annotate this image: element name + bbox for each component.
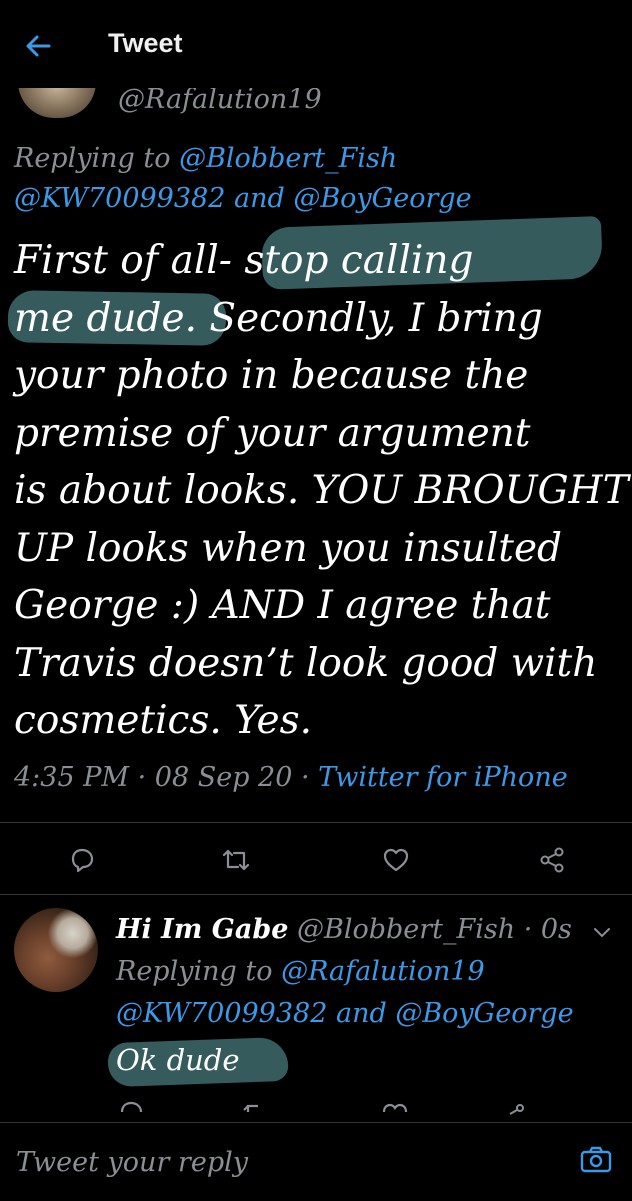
reply-button[interactable] xyxy=(62,840,102,880)
author-handle[interactable]: @Rafalution19 xyxy=(118,84,322,115)
tweet-text-line: premise of your argument xyxy=(14,410,531,456)
share-icon xyxy=(540,847,564,873)
reply-replying-to: @KW70099382 and @BoyGeorge xyxy=(116,998,574,1029)
retweet-icon[interactable] xyxy=(240,1098,270,1118)
tweet-source-link[interactable]: Twitter for iPhone xyxy=(318,762,568,793)
share-button[interactable] xyxy=(532,840,572,880)
tweet-text: First of all- stop calling me dude. Seco… xyxy=(14,232,629,750)
reply-actions xyxy=(0,1098,632,1118)
like-button[interactable] xyxy=(376,840,416,880)
reply-text: Ok dude xyxy=(116,1043,240,1077)
divider xyxy=(0,822,632,823)
reply-replying-to: Replying to @Rafalution19 xyxy=(116,956,485,987)
reply-author-handle[interactable]: @Blobbert_Fish xyxy=(288,914,515,945)
mention-link[interactable]: @KW70099382 xyxy=(116,998,327,1029)
mention-link[interactable]: @BoyGeorge xyxy=(293,183,471,214)
retweet-icon xyxy=(222,849,250,871)
mention-link[interactable]: @Blobbert_Fish xyxy=(179,143,397,174)
tweet-actions xyxy=(0,832,632,888)
tweet-text-line: cosmetics. Yes. xyxy=(14,698,313,743)
and-text: and xyxy=(327,998,396,1029)
replying-to-line: Replying to @Blobbert_Fish xyxy=(14,143,397,174)
separator-dot: · xyxy=(129,762,155,793)
camera-icon xyxy=(580,1146,612,1173)
top-bar: Tweet xyxy=(0,0,632,88)
reply-header: Hi Im Gabe @Blobbert_Fish · 0s xyxy=(116,914,572,945)
reply-composer xyxy=(0,1122,632,1201)
tweet-text-line: Travis doesn’t look good with xyxy=(14,640,598,686)
more-options-button[interactable] xyxy=(590,920,614,944)
mention-link[interactable]: @Rafalution19 xyxy=(281,956,485,987)
separator-dot: · xyxy=(515,914,541,945)
reply-age: 0s xyxy=(540,914,572,945)
like-icon[interactable] xyxy=(380,1098,410,1118)
tweet-text-line: UP looks when you insulted xyxy=(14,525,563,571)
reply-icon xyxy=(71,848,94,873)
tweet-text-line: First of all- stop calling xyxy=(14,238,474,283)
divider xyxy=(0,894,632,895)
tweet-text-line: your photo in because the xyxy=(14,353,529,398)
tweet-meta: 4:35 PM · 08 Sep 20 · Twitter for iPhone xyxy=(14,762,568,793)
like-icon xyxy=(383,848,409,872)
back-arrow-icon xyxy=(26,35,51,57)
replying-to-line: @KW70099382 and @BoyGeorge xyxy=(14,183,472,214)
back-button[interactable] xyxy=(18,26,58,66)
reply-icon[interactable] xyxy=(116,1098,146,1118)
tweet-time: 4:35 PM xyxy=(14,762,130,793)
share-icon[interactable] xyxy=(500,1098,530,1118)
reply-author-avatar[interactable] xyxy=(14,908,98,992)
camera-button[interactable] xyxy=(576,1139,616,1179)
and-text: and xyxy=(225,183,294,214)
page-title: Tweet xyxy=(108,28,183,58)
tweet-text-line: me dude. Secondly, I bring xyxy=(14,295,543,341)
mention-link[interactable]: @BoyGeorge xyxy=(395,998,573,1029)
tweet-text-line: is about looks. YOU BROUGHT xyxy=(14,468,629,513)
tweet-text-line: George :) AND I agree that xyxy=(14,583,551,628)
reply-input[interactable] xyxy=(14,1141,558,1183)
chevron-down-icon xyxy=(594,928,610,938)
replying-to-label: Replying to xyxy=(14,143,180,174)
replying-to-label: Replying to xyxy=(116,956,282,987)
mention-link[interactable]: @KW70099382 xyxy=(14,183,225,214)
separator-dot: · xyxy=(292,762,319,793)
reply-author-name[interactable]: Hi Im Gabe xyxy=(116,914,288,945)
tweet-date: 08 Sep 20 xyxy=(154,762,293,793)
retweet-button[interactable] xyxy=(216,840,256,880)
